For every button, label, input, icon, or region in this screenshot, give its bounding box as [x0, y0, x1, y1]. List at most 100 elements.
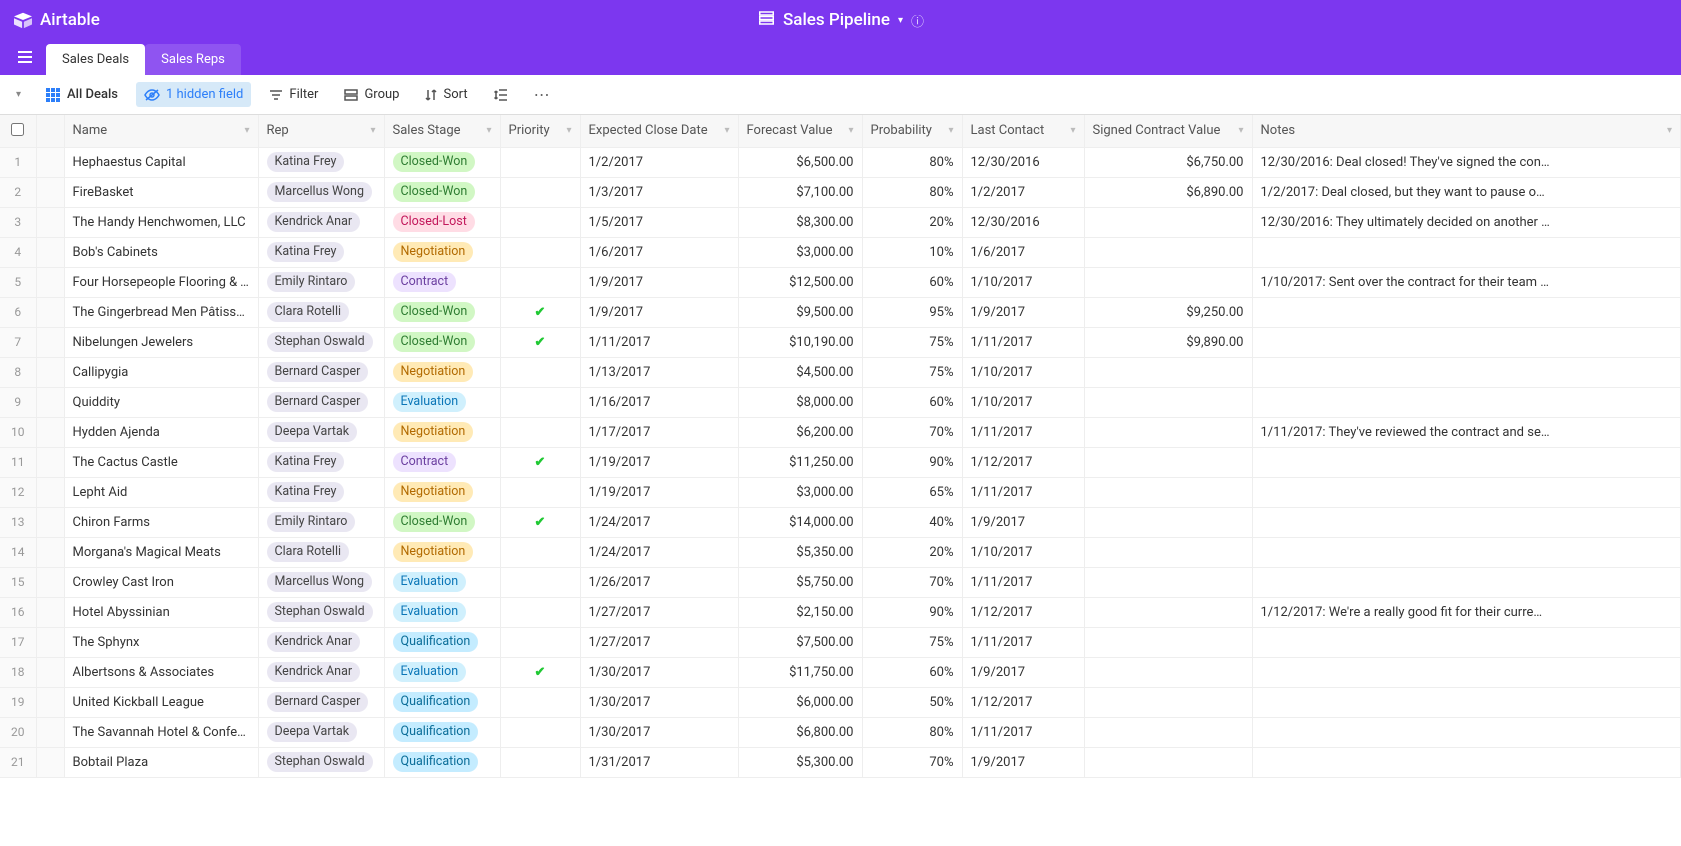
row-number[interactable]: 10	[0, 417, 36, 447]
cell-expected-close[interactable]: 1/5/2017	[580, 207, 738, 237]
cell-rep[interactable]: Kendrick Anar	[258, 657, 384, 687]
cell-signed[interactable]	[1084, 477, 1252, 507]
cell-name[interactable]: United Kickball League	[64, 687, 258, 717]
cell-stage[interactable]: Closed-Won	[384, 327, 500, 357]
cell-last-contact[interactable]: 1/6/2017	[962, 237, 1084, 267]
more-options-button[interactable]: ⋯	[526, 80, 560, 109]
cell-forecast[interactable]: $5,750.00	[738, 567, 862, 597]
cell-expected-close[interactable]: 1/9/2017	[580, 297, 738, 327]
sort-button[interactable]: Sort	[417, 82, 475, 107]
cell-priority[interactable]: ✔	[500, 657, 580, 687]
table-row[interactable]: 19United Kickball LeagueBernard CasperQu…	[0, 687, 1681, 717]
cell-name[interactable]: Callipygia	[64, 357, 258, 387]
cell-forecast[interactable]: $11,250.00	[738, 447, 862, 477]
cell-name[interactable]: Hephaestus Capital	[64, 147, 258, 177]
cell-expected-close[interactable]: 1/24/2017	[580, 537, 738, 567]
cell-expected-close[interactable]: 1/31/2017	[580, 747, 738, 777]
cell-priority[interactable]	[500, 597, 580, 627]
cell-signed[interactable]	[1084, 717, 1252, 747]
cell-last-contact[interactable]: 1/9/2017	[962, 657, 1084, 687]
cell-rep[interactable]: Deepa Vartak	[258, 417, 384, 447]
cell-name[interactable]: Albertsons & Associates	[64, 657, 258, 687]
cell-rep[interactable]: Emily Rintaro	[258, 267, 384, 297]
row-height-button[interactable]	[486, 83, 516, 107]
cell-last-contact[interactable]: 1/2/2017	[962, 177, 1084, 207]
row-number[interactable]: 4	[0, 237, 36, 267]
hidden-fields-button[interactable]: 1 hidden field	[136, 82, 251, 107]
cell-name[interactable]: Crowley Cast Iron	[64, 567, 258, 597]
chevron-down-icon[interactable]: ▾	[848, 125, 853, 136]
table-row[interactable]: 13Chiron FarmsEmily RintaroClosed-Won✔1/…	[0, 507, 1681, 537]
cell-last-contact[interactable]: 1/12/2017	[962, 447, 1084, 477]
info-icon[interactable]: ⓘ	[911, 11, 924, 30]
cell-name[interactable]: Morgana's Magical Meats	[64, 537, 258, 567]
cell-forecast[interactable]: $5,350.00	[738, 537, 862, 567]
cell-expected-close[interactable]: 1/30/2017	[580, 687, 738, 717]
column-header-last-contact[interactable]: Last Contact▾	[962, 115, 1084, 147]
cell-probability[interactable]: 75%	[862, 627, 962, 657]
expand-cell[interactable]	[36, 747, 64, 777]
cell-stage[interactable]: Closed-Lost	[384, 207, 500, 237]
cell-last-contact[interactable]: 1/9/2017	[962, 747, 1084, 777]
cell-stage[interactable]: Qualification	[384, 627, 500, 657]
cell-probability[interactable]: 80%	[862, 177, 962, 207]
row-number[interactable]: 5	[0, 267, 36, 297]
cell-notes[interactable]	[1252, 507, 1681, 537]
cell-last-contact[interactable]: 1/11/2017	[962, 627, 1084, 657]
cell-stage[interactable]: Qualification	[384, 717, 500, 747]
cell-stage[interactable]: Contract	[384, 267, 500, 297]
cell-notes[interactable]: 1/12/2017: We're a really good fit for t…	[1252, 597, 1681, 627]
row-number[interactable]: 13	[0, 507, 36, 537]
cell-forecast[interactable]: $6,200.00	[738, 417, 862, 447]
cell-expected-close[interactable]: 1/16/2017	[580, 387, 738, 417]
row-number[interactable]: 12	[0, 477, 36, 507]
row-number[interactable]: 3	[0, 207, 36, 237]
cell-notes[interactable]	[1252, 477, 1681, 507]
chevron-down-icon[interactable]: ▾	[370, 125, 375, 136]
expand-cell[interactable]	[36, 567, 64, 597]
cell-expected-close[interactable]: 1/6/2017	[580, 237, 738, 267]
cell-last-contact[interactable]: 1/11/2017	[962, 417, 1084, 447]
cell-stage[interactable]: Negotiation	[384, 237, 500, 267]
expand-cell[interactable]	[36, 507, 64, 537]
cell-priority[interactable]	[500, 147, 580, 177]
chevron-down-icon[interactable]: ▾	[1238, 125, 1243, 136]
row-number[interactable]: 8	[0, 357, 36, 387]
cell-stage[interactable]: Closed-Won	[384, 507, 500, 537]
cell-forecast[interactable]: $6,800.00	[738, 717, 862, 747]
chevron-down-icon[interactable]: ▾	[566, 125, 571, 136]
expand-cell[interactable]	[36, 207, 64, 237]
cell-last-contact[interactable]: 1/12/2017	[962, 687, 1084, 717]
cell-forecast[interactable]: $4,500.00	[738, 357, 862, 387]
cell-rep[interactable]: Bernard Casper	[258, 357, 384, 387]
expand-cell[interactable]	[36, 597, 64, 627]
cell-signed[interactable]	[1084, 267, 1252, 297]
chevron-down-icon[interactable]: ▾	[724, 125, 729, 136]
cell-forecast[interactable]: $7,500.00	[738, 627, 862, 657]
cell-priority[interactable]	[500, 387, 580, 417]
row-number[interactable]: 20	[0, 717, 36, 747]
cell-forecast[interactable]: $7,100.00	[738, 177, 862, 207]
cell-forecast[interactable]: $11,750.00	[738, 657, 862, 687]
cell-rep[interactable]: Marcellus Wong	[258, 567, 384, 597]
cell-rep[interactable]: Marcellus Wong	[258, 177, 384, 207]
cell-name[interactable]: Bob's Cabinets	[64, 237, 258, 267]
cell-stage[interactable]: Evaluation	[384, 597, 500, 627]
cell-rep[interactable]: Deepa Vartak	[258, 717, 384, 747]
cell-rep[interactable]: Bernard Casper	[258, 687, 384, 717]
row-number[interactable]: 17	[0, 627, 36, 657]
cell-probability[interactable]: 70%	[862, 567, 962, 597]
cell-rep[interactable]: Stephan Oswald	[258, 597, 384, 627]
expand-cell[interactable]	[36, 417, 64, 447]
cell-probability[interactable]: 70%	[862, 417, 962, 447]
cell-forecast[interactable]: $12,500.00	[738, 267, 862, 297]
table-tab[interactable]: Sales Reps	[145, 44, 241, 75]
cell-stage[interactable]: Qualification	[384, 747, 500, 777]
expand-cell[interactable]	[36, 687, 64, 717]
cell-last-contact[interactable]: 1/10/2017	[962, 537, 1084, 567]
table-row[interactable]: 10Hydden AjendaDeepa VartakNegotiation1/…	[0, 417, 1681, 447]
expand-cell[interactable]	[36, 237, 64, 267]
cell-expected-close[interactable]: 1/19/2017	[580, 447, 738, 477]
column-header-notes[interactable]: Notes▾	[1252, 115, 1681, 147]
cell-forecast[interactable]: $6,000.00	[738, 687, 862, 717]
